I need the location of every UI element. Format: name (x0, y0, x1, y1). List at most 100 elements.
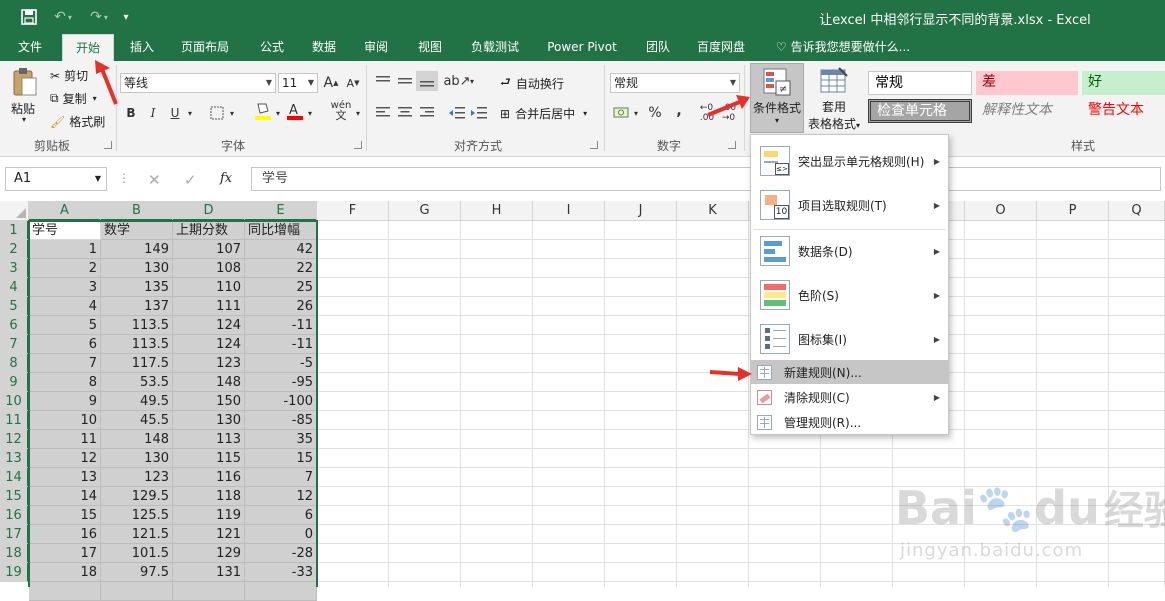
table-cell[interactable]: 6 (245, 506, 317, 525)
table-cell[interactable]: 121 (173, 525, 245, 544)
enter-icon[interactable]: ✓ (184, 171, 197, 189)
table-cell[interactable]: 130 (101, 259, 173, 278)
paste-icon[interactable] (10, 67, 40, 97)
tab-formulas[interactable]: 公式 (250, 34, 294, 61)
comma-button[interactable]: , (668, 101, 690, 121)
phonetic-dropdown-icon[interactable]: ▾ (352, 103, 364, 123)
formula-bar-splitter-icon[interactable]: ⋮ (118, 171, 130, 185)
row-header[interactable]: 7 (0, 335, 29, 354)
percent-button[interactable]: % (644, 103, 666, 123)
alignment-launcher-icon[interactable] (590, 141, 598, 149)
underline-dropdown-icon[interactable]: ▾ (184, 103, 196, 123)
style-warning[interactable]: 警告文本 (1082, 99, 1165, 123)
row-header[interactable]: 9 (0, 373, 29, 392)
column-header[interactable]: O (965, 201, 1037, 221)
table-cell[interactable]: 35 (245, 430, 317, 449)
table-cell[interactable]: 26 (245, 297, 317, 316)
tab-file[interactable]: 文件 (8, 34, 52, 61)
table-cell[interactable]: 22 (245, 259, 317, 278)
table-cell[interactable]: 110 (173, 278, 245, 297)
table-cell[interactable]: 18 (29, 563, 101, 582)
table-cell[interactable]: 113 (173, 430, 245, 449)
row-header[interactable]: 13 (0, 449, 29, 468)
table-cell[interactable]: -11 (245, 335, 317, 354)
format-painter-button[interactable]: 🖌 格式刷 (50, 113, 105, 130)
table-cell[interactable]: 0 (245, 525, 317, 544)
table-cell[interactable]: 118 (173, 487, 245, 506)
style-bad[interactable]: 差 (976, 71, 1078, 95)
table-cell[interactable]: 3 (29, 278, 101, 297)
merge-center-button[interactable]: ⊞ 合并后居中 ▾ (500, 105, 587, 122)
table-cell[interactable]: 42 (245, 240, 317, 259)
table-cell[interactable]: -28 (245, 544, 317, 563)
header-cell[interactable]: 上期分数 (173, 221, 245, 240)
column-header[interactable]: Q (1109, 201, 1165, 221)
column-header[interactable]: A (29, 201, 101, 221)
table-cell[interactable]: 137 (101, 297, 173, 316)
phonetic-button[interactable]: wén 文 (330, 99, 352, 123)
table-cell[interactable] (29, 582, 101, 601)
align-right-icon[interactable] (416, 103, 438, 123)
font-color-dropdown-icon[interactable]: ▾ (304, 103, 316, 123)
cut-button[interactable]: ✂ 剪切 (50, 67, 88, 84)
style-normal[interactable]: 常规 (868, 71, 972, 95)
tab-power-pivot[interactable]: Power Pivot (538, 34, 626, 61)
tab-data[interactable]: 数据 (302, 34, 346, 61)
orientation-icon[interactable]: ab↗ (443, 71, 470, 91)
column-header[interactable]: I (533, 201, 605, 221)
column-header[interactable]: K (677, 201, 749, 221)
table-cell[interactable]: 116 (173, 468, 245, 487)
grow-font-button[interactable]: A ▲ (320, 73, 342, 93)
name-box[interactable]: A1 ▼ (5, 167, 107, 191)
table-cell[interactable]: 148 (101, 430, 173, 449)
table-cell[interactable]: 12 (29, 449, 101, 468)
table-cell[interactable]: 124 (173, 335, 245, 354)
insert-function-icon[interactable]: fx (220, 171, 232, 186)
table-cell[interactable]: 107 (173, 240, 245, 259)
table-cell[interactable]: 113.5 (101, 335, 173, 354)
tab-baidu-netdisk[interactable]: 百度网盘 (688, 34, 754, 61)
table-cell[interactable]: 111 (173, 297, 245, 316)
row-header[interactable]: 5 (0, 297, 29, 316)
row-header[interactable]: 6 (0, 316, 29, 335)
table-cell[interactable]: 149 (101, 240, 173, 259)
table-cell[interactable]: 117.5 (101, 354, 173, 373)
table-cell[interactable]: -95 (245, 373, 317, 392)
font-size-select[interactable]: 11 ▼ (278, 73, 318, 93)
header-cell[interactable]: 同比增幅 (245, 221, 317, 240)
row-header[interactable]: 16 (0, 506, 29, 525)
fill-color-icon[interactable] (252, 101, 274, 121)
shrink-font-button[interactable]: A ▼ (342, 73, 364, 93)
menu-clear-rules[interactable]: 清除规则(C) ▶ (751, 385, 948, 409)
table-cell[interactable]: 49.5 (101, 392, 173, 411)
table-cell[interactable]: 4 (29, 297, 101, 316)
table-cell[interactable]: 10 (29, 411, 101, 430)
undo-icon[interactable]: ↶ ▾ (48, 6, 78, 28)
style-explanatory[interactable]: 解释性文本 (976, 99, 1078, 123)
tab-home[interactable]: 开始 (62, 34, 114, 61)
row-header[interactable]: 12 (0, 430, 29, 449)
select-all-corner[interactable] (0, 201, 29, 221)
align-bottom-icon[interactable] (416, 71, 438, 91)
table-cell[interactable]: 113.5 (101, 316, 173, 335)
redo-icon[interactable]: ↷ ▾ (84, 6, 114, 28)
wrap-text-button[interactable]: ⮐ 自动换行 (500, 73, 564, 94)
table-cell[interactable]: 108 (173, 259, 245, 278)
tab-load-test[interactable]: 负载测试 (462, 34, 528, 61)
menu-highlight-cells-rules[interactable]: ≤> 突出显示单元格规则(H) ▶ (751, 141, 948, 181)
table-cell[interactable]: 8 (29, 373, 101, 392)
row-header[interactable]: 17 (0, 525, 29, 544)
row-header[interactable]: 18 (0, 544, 29, 563)
tell-me-box[interactable]: ♡ 告诉我您想要做什么... (772, 34, 914, 61)
table-cell[interactable]: 14 (29, 487, 101, 506)
table-cell[interactable]: 130 (173, 411, 245, 430)
table-cell[interactable]: 148 (173, 373, 245, 392)
currency-icon[interactable] (610, 103, 632, 123)
tab-review[interactable]: 审阅 (354, 34, 398, 61)
table-cell[interactable]: 129 (173, 544, 245, 563)
table-cell[interactable]: 119 (173, 506, 245, 525)
table-cell[interactable]: 45.5 (101, 411, 173, 430)
border-icon[interactable] (206, 103, 228, 123)
table-cell[interactable]: 115 (173, 449, 245, 468)
table-cell[interactable]: 12 (245, 487, 317, 506)
